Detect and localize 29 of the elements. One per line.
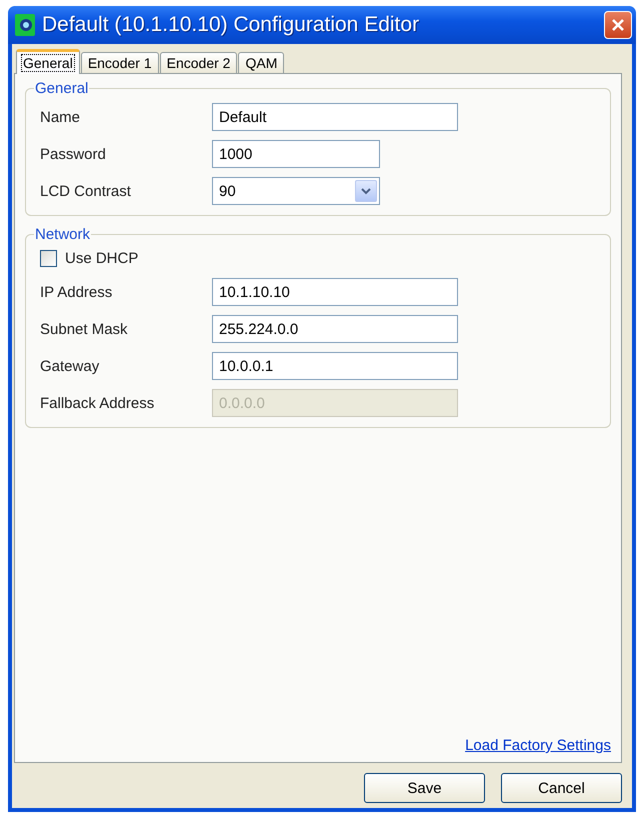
field-label: LCD Contrast	[40, 182, 132, 200]
field-label: Subnet Mask	[40, 320, 129, 338]
window-title: Default (10.1.10.10) Configuration Editor	[42, 13, 420, 37]
input-field[interactable]: 255.224.0.0	[212, 315, 458, 343]
input-field[interactable]: 1000	[212, 140, 380, 168]
field-label: Password	[40, 146, 107, 162]
load-factory-settings-link[interactable]: Load Factory Settings	[465, 737, 611, 754]
close-icon	[610, 17, 626, 33]
input-field[interactable]: 10.0.0.1	[212, 352, 458, 380]
dialog-button[interactable]: Cancel	[501, 773, 622, 803]
field-label: Fallback Address	[40, 394, 156, 412]
chevron-down-icon	[361, 187, 371, 195]
field-label: IP Address	[40, 284, 114, 300]
dropdown-field[interactable]: 90	[212, 177, 380, 205]
field-label: Name	[40, 108, 82, 126]
tab[interactable]: QAM	[238, 52, 284, 74]
app-icon	[14, 13, 36, 37]
tab[interactable]: Encoder 2	[160, 52, 238, 74]
close-button[interactable]	[604, 11, 632, 39]
checkbox[interactable]: Use DHCP	[40, 247, 598, 269]
tab[interactable]: General	[16, 49, 80, 74]
dropdown-button[interactable]	[355, 180, 377, 202]
input-field[interactable]: Default	[212, 103, 458, 131]
group-title: Network	[34, 226, 92, 243]
field-label: Gateway	[40, 358, 100, 374]
tab[interactable]: Encoder 1	[80, 52, 159, 74]
input-field[interactable]: 10.1.10.10	[212, 278, 458, 306]
group-title: General	[34, 80, 90, 97]
dialog-button[interactable]: Save	[364, 773, 485, 803]
